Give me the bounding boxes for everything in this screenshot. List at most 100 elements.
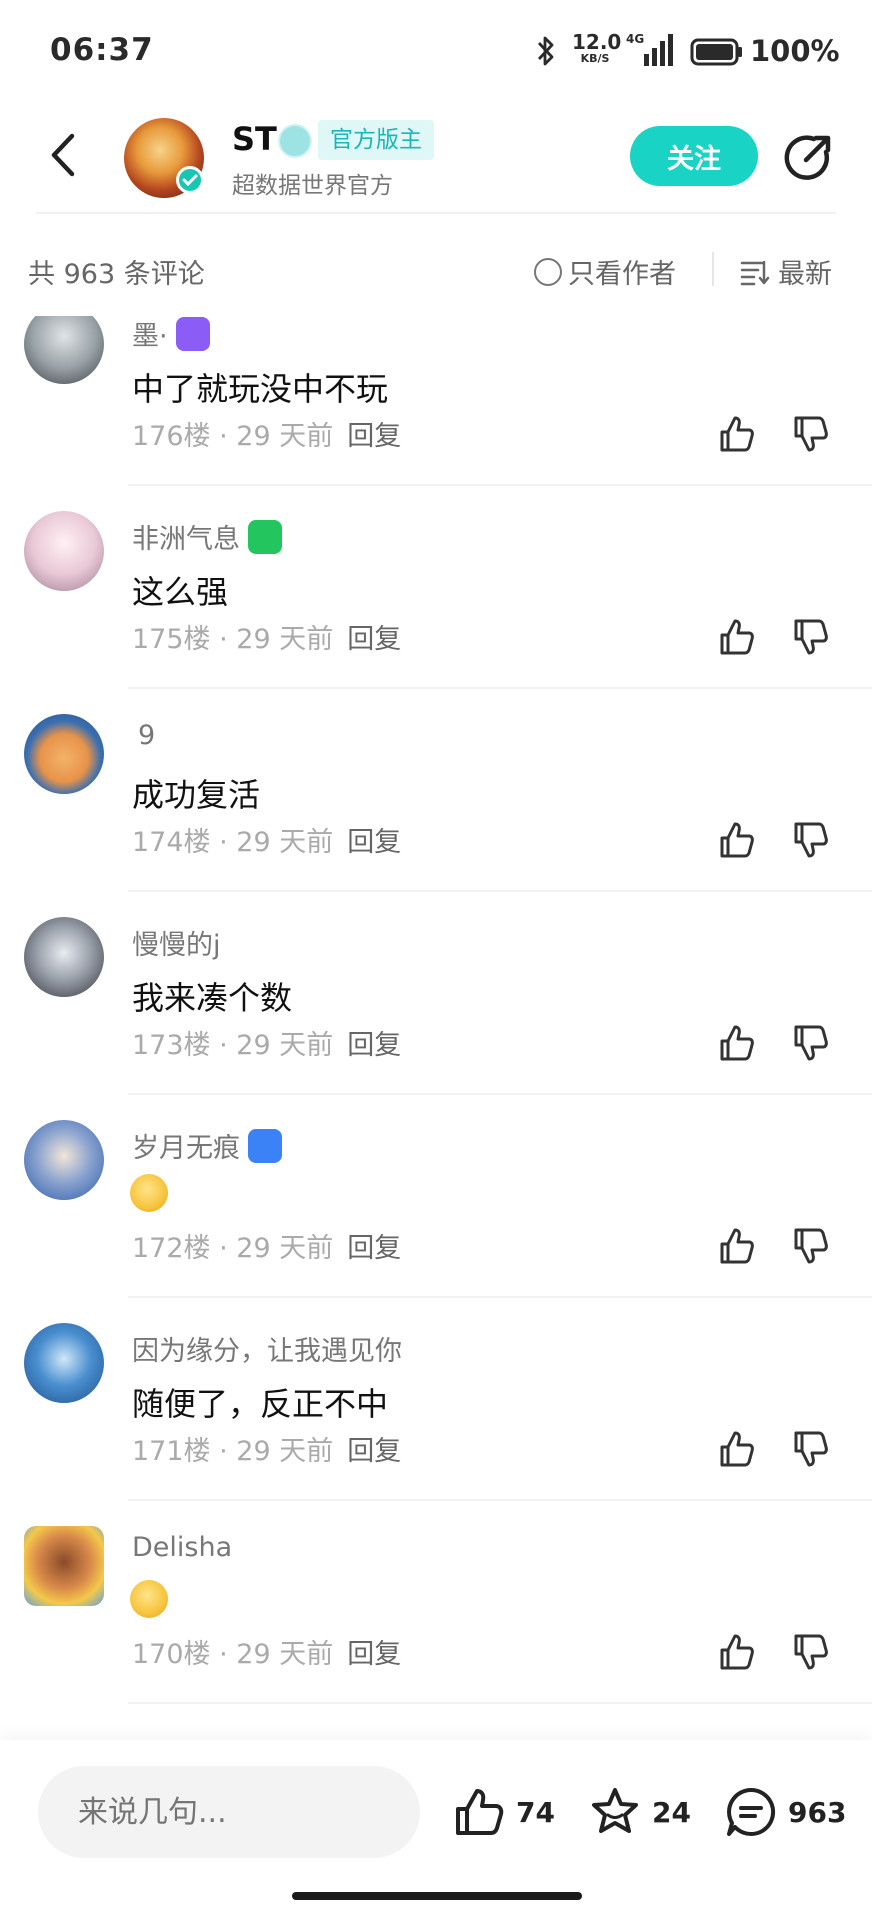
game-badge-icon [248, 519, 282, 554]
comment-username[interactable]: 非洲气息 [132, 517, 282, 556]
dislike-icon[interactable] [790, 1023, 830, 1063]
floor-number: 172楼 [132, 1233, 211, 1264]
official-tag: 官方版主 [318, 120, 434, 160]
user-avatar[interactable] [24, 714, 104, 794]
filter-divider [712, 252, 714, 286]
dislike-icon[interactable] [790, 414, 830, 454]
network-type: 4G [626, 32, 644, 46]
floor-number: 170楼 [132, 1639, 211, 1670]
dislike-icon[interactable] [790, 617, 830, 657]
net-speed-unit: KB/S [580, 52, 610, 65]
user-avatar[interactable] [24, 1526, 104, 1606]
user-avatar[interactable] [24, 316, 104, 384]
user-avatar[interactable] [24, 511, 104, 591]
favorite-button[interactable]: 24 [588, 1784, 691, 1840]
bottom-action-bar: 74 24 963 [0, 1740, 872, 1920]
comment-username[interactable]: 9 [132, 720, 155, 751]
comment-divider [128, 1093, 872, 1095]
comment-username[interactable]: 慢慢的j [132, 923, 221, 962]
comment-item: 慢慢的j 我来凑个数 173楼 · 29 天前 回复 [0, 917, 872, 1120]
comment-divider [128, 687, 872, 689]
like-icon[interactable] [716, 820, 756, 860]
reply-button[interactable]: 回复 [347, 1639, 401, 1670]
follow-button[interactable]: 关注 [630, 126, 758, 186]
username-text: 因为缘分，让我遇见你 [132, 1336, 402, 1367]
like-icon[interactable] [716, 1023, 756, 1063]
dislike-icon[interactable] [790, 1226, 830, 1266]
like-count: 74 [516, 1795, 555, 1829]
dislike-icon[interactable] [790, 1429, 830, 1469]
home-indicator[interactable] [292, 1892, 582, 1900]
comment-meta: 175楼 · 29 天前 回复 [132, 624, 402, 655]
comment-item: 9 成功复活 174楼 · 29 天前 回复 [0, 714, 872, 917]
floor-number: 173楼 [132, 1030, 211, 1061]
net-speed-value: 12.0 [572, 30, 622, 54]
status-time: 06:37 [50, 32, 154, 68]
reply-button[interactable]: 回复 [347, 827, 401, 858]
reply-button[interactable]: 回复 [347, 1436, 401, 1467]
comment-time: 29 天前 [236, 827, 334, 858]
sort-button[interactable]: 最新 [740, 252, 832, 291]
dislike-icon[interactable] [790, 820, 830, 860]
like-icon[interactable] [716, 1429, 756, 1469]
floor-number: 175楼 [132, 624, 211, 655]
comment-time: 29 天前 [236, 421, 334, 452]
comment-text: 中了就玩没中不玩 [132, 370, 389, 408]
comment-time: 29 天前 [236, 1639, 334, 1670]
comment-time: 29 天前 [236, 1233, 334, 1264]
comment-item: 岁月无痕 172楼 · 29 天前 回复 [0, 1120, 872, 1323]
comment-text: 随便了，反正不中 [132, 1385, 389, 1423]
reply-button[interactable]: 回复 [347, 1233, 401, 1264]
signal-icon: 4G [626, 32, 673, 66]
share-icon[interactable] [780, 130, 836, 186]
reply-button[interactable]: 回复 [347, 421, 401, 452]
user-avatar[interactable] [24, 917, 104, 997]
bluetooth-icon [537, 36, 554, 66]
like-post-button[interactable]: 74 [452, 1784, 555, 1840]
battery-percent: 100% [750, 34, 840, 68]
sort-label: 最新 [778, 259, 832, 290]
like-icon[interactable] [716, 1632, 756, 1672]
like-icon[interactable] [716, 1226, 756, 1266]
user-avatar[interactable] [24, 1323, 104, 1403]
comment-divider [128, 1499, 872, 1501]
author-only-toggle[interactable]: 只看作者 [534, 252, 676, 291]
comment-meta: 176楼 · 29 天前 回复 [132, 421, 402, 452]
comment-divider [128, 1702, 872, 1704]
username-text: 墨· [132, 321, 168, 352]
comments-button[interactable]: 963 [724, 1784, 846, 1840]
reply-button[interactable]: 回复 [347, 1030, 401, 1061]
comment-input[interactable] [38, 1766, 420, 1858]
comment-text: 这么强 [132, 573, 229, 611]
username-text: 非洲气息 [132, 524, 240, 555]
thumbs-up-icon [456, 1789, 504, 1835]
comment-username[interactable]: 岁月无痕 [132, 1126, 282, 1165]
comment-username[interactable]: Delisha [132, 1532, 232, 1563]
comment-username[interactable]: 因为缘分，让我遇见你 [132, 1329, 402, 1368]
comment-filter-bar: 共 963 条评论 只看作者 最新 [0, 240, 872, 300]
comment-meta: 170楼 · 29 天前 回复 [132, 1639, 402, 1670]
comment-meta: 174楼 · 29 天前 回复 [132, 827, 402, 858]
name-decoration-icon [278, 124, 312, 158]
username-text: 岁月无痕 [132, 1133, 240, 1164]
back-icon[interactable] [46, 130, 82, 180]
floor-number: 171楼 [132, 1436, 211, 1467]
star-count: 24 [652, 1795, 691, 1829]
comment-username[interactable]: 墨· [132, 316, 210, 353]
author-name[interactable]: ST [232, 120, 277, 158]
comment-item: 墨· 中了就玩没中不玩 176楼 · 29 天前 回复 [0, 316, 872, 511]
comment-meta: 171楼 · 29 天前 回复 [132, 1436, 402, 1467]
like-icon[interactable] [716, 617, 756, 657]
smile-emoji-icon [130, 1580, 168, 1618]
like-icon[interactable] [716, 414, 756, 454]
gamepad-badge-icon [248, 1128, 282, 1163]
post-header: ST 官方版主 超数据世界官方 关注 [0, 104, 872, 214]
username-text: 慢慢的j [132, 930, 221, 961]
reply-button[interactable]: 回复 [347, 624, 401, 655]
comment-item: 因为缘分，让我遇见你 随便了，反正不中 171楼 · 29 天前 回复 [0, 1323, 872, 1526]
user-avatar[interactable] [24, 1120, 104, 1200]
battery-icon [690, 38, 742, 66]
verified-badge-icon [176, 166, 204, 194]
dislike-icon[interactable] [790, 1632, 830, 1672]
comment-count: 共 963 条评论 [28, 259, 205, 290]
